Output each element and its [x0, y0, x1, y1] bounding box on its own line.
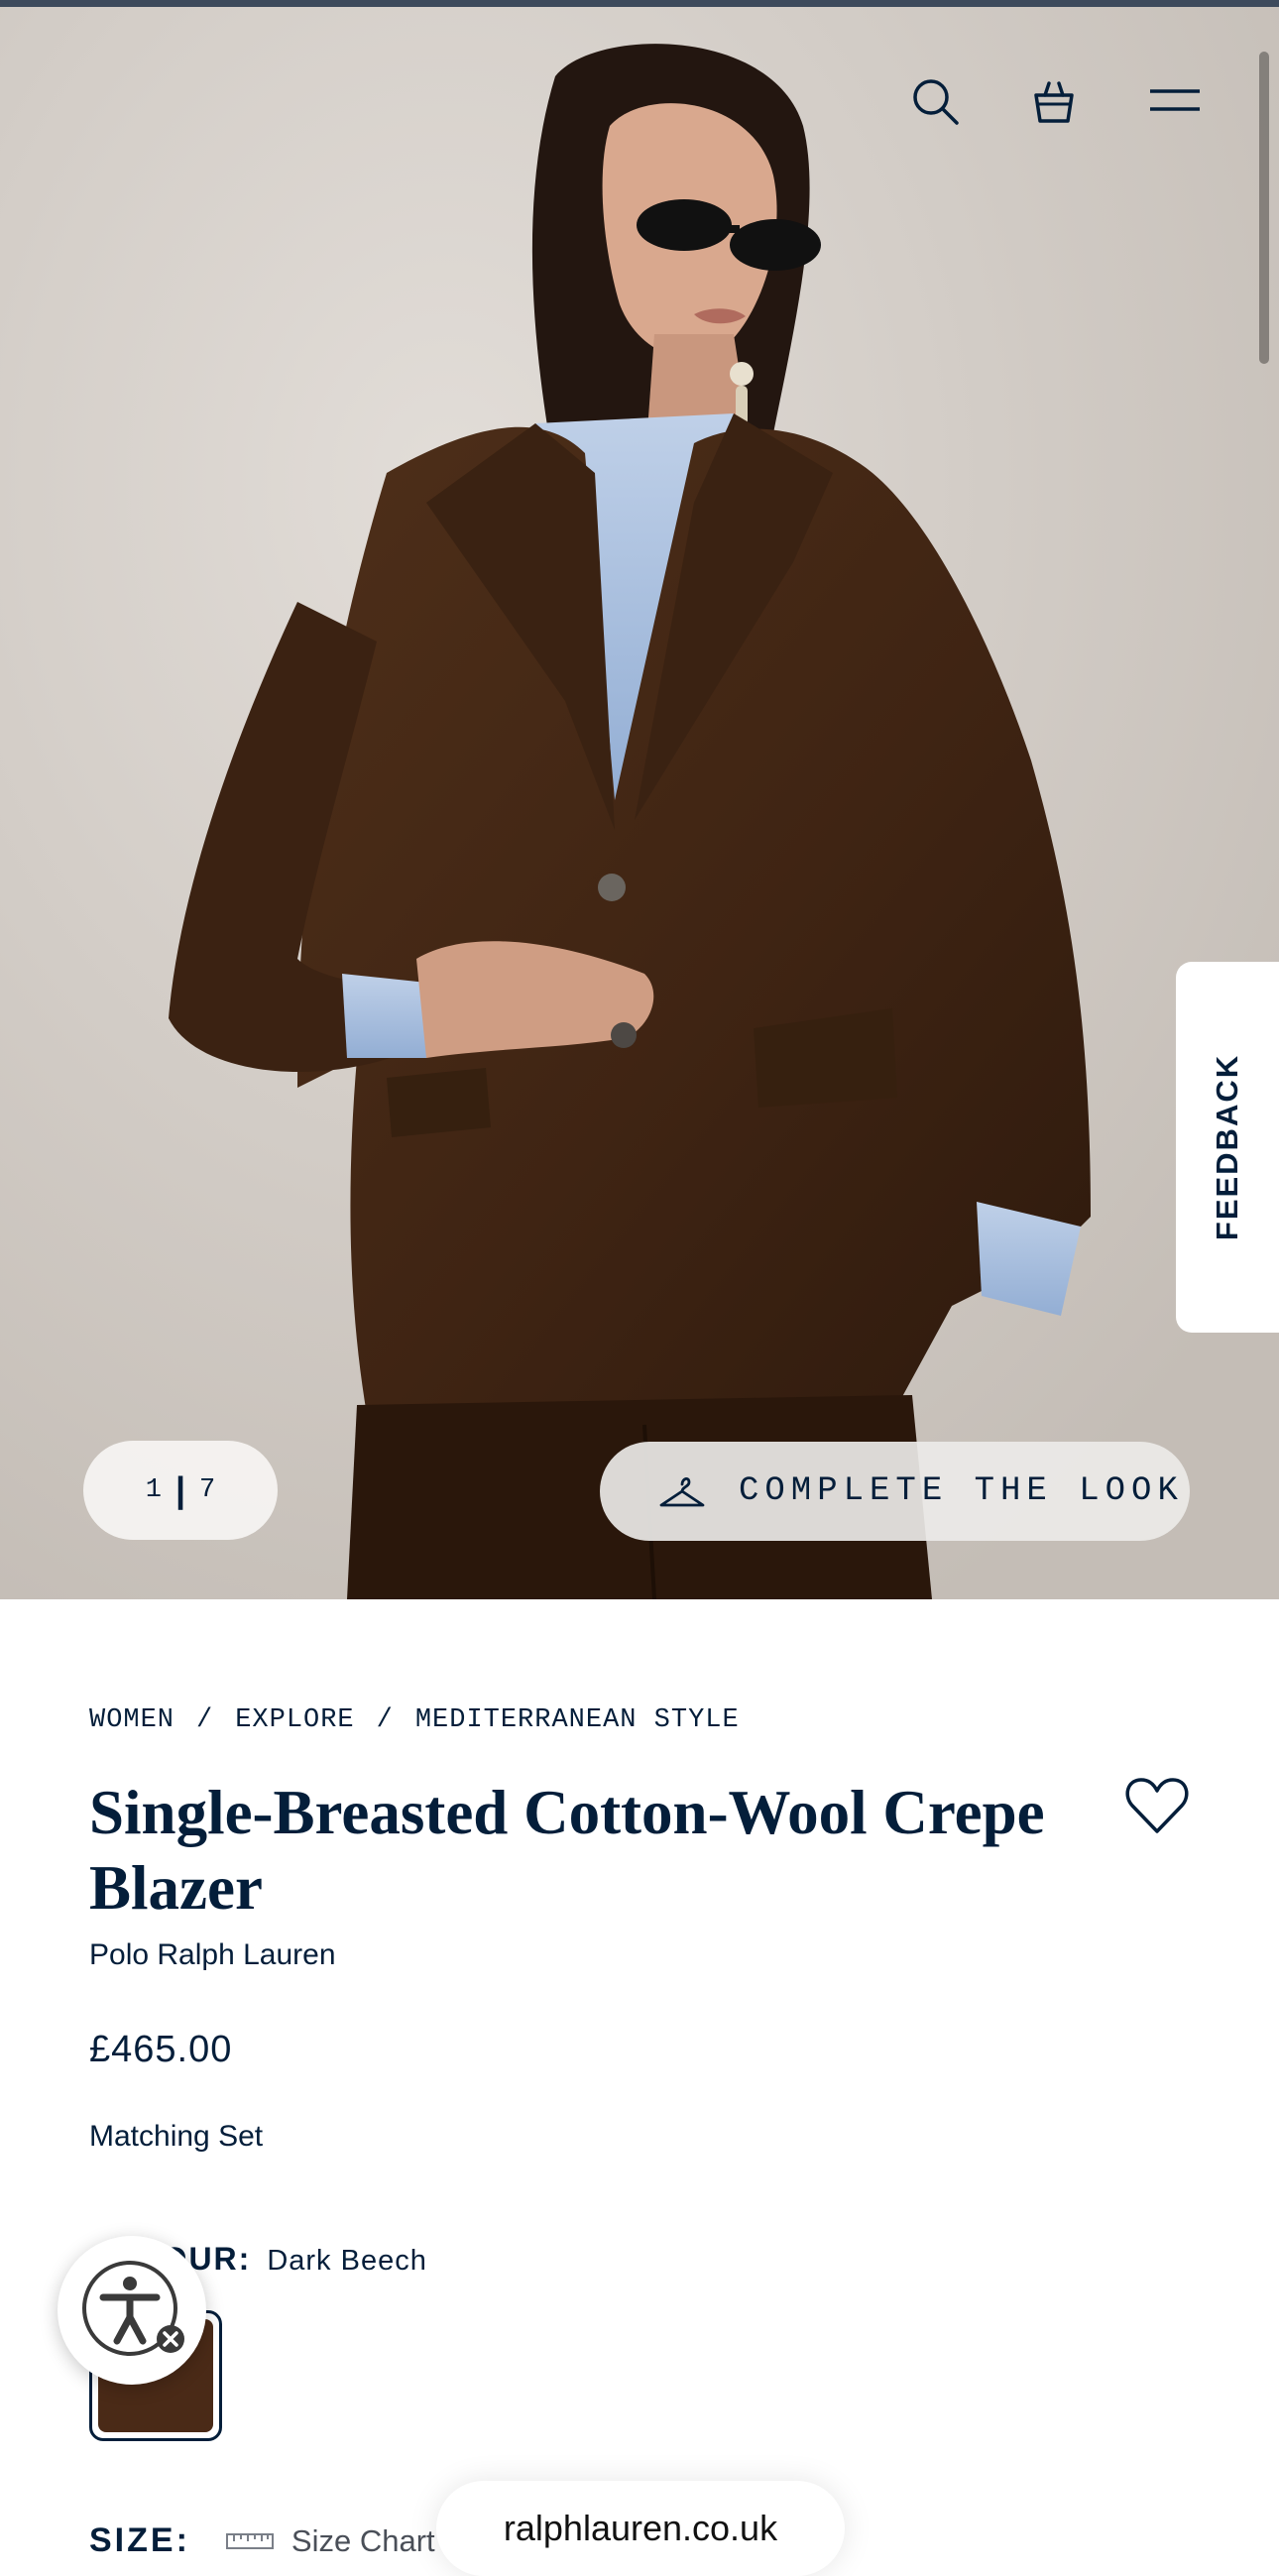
pager-current: 1: [145, 1475, 162, 1505]
image-pager: 1 | 7: [83, 1441, 278, 1540]
breadcrumb-mediterranean-style[interactable]: MEDITERRANEAN STYLE: [415, 1705, 740, 1735]
product-brand: Polo Ralph Lauren: [89, 1938, 336, 1971]
browser-url-pill[interactable]: ralphlauren.co.uk: [436, 2481, 845, 2576]
breadcrumb-separator: /: [376, 1705, 394, 1735]
breadcrumb-explore[interactable]: EXPLORE: [235, 1705, 354, 1735]
complete-the-look-label: COMPLETE THE LOOK: [739, 1472, 1184, 1510]
search-icon[interactable]: [900, 66, 970, 136]
accessibility-widget-button[interactable]: [58, 2236, 206, 2385]
size-chart-link[interactable]: Size Chart: [225, 2522, 435, 2559]
size-row: SIZE: Size Chart: [89, 2521, 435, 2560]
wishlist-heart-icon[interactable]: [1123, 1772, 1191, 1839]
page-scrollbar[interactable]: [1259, 52, 1269, 364]
complete-the-look-button[interactable]: COMPLETE THE LOOK: [600, 1442, 1190, 1541]
breadcrumb-women[interactable]: WOMEN: [89, 1705, 174, 1735]
accessibility-icon: [82, 2261, 184, 2356]
browser-domain: ralphlauren.co.uk: [503, 2508, 778, 2548]
breadcrumb-separator: /: [196, 1705, 214, 1735]
hanger-icon: [659, 1477, 705, 1507]
size-chart-label: Size Chart: [291, 2522, 435, 2558]
colour-value: Dark Beech: [267, 2245, 427, 2277]
ruler-icon: [225, 2532, 274, 2549]
matching-set-link[interactable]: Matching Set: [89, 2120, 263, 2154]
product-price: £465.00: [89, 2029, 233, 2070]
product-image-gallery[interactable]: FEEDBACK 1 | 7 COMPLETE THE LOOK: [0, 7, 1279, 1599]
product-photo: [0, 7, 1279, 1599]
pager-separator: |: [174, 1469, 186, 1510]
shopping-bag-icon[interactable]: [1019, 66, 1089, 136]
product-title: Single-Breasted Cotton-Wool Crepe Blazer: [89, 1778, 1045, 1923]
pager-total: 7: [199, 1475, 216, 1505]
breadcrumb: WOMEN / EXPLORE / MEDITERRANEAN STYLE: [89, 1705, 740, 1735]
feedback-tab[interactable]: FEEDBACK: [1176, 962, 1279, 1333]
size-label: SIZE:: [89, 2521, 190, 2559]
feedback-label: FEEDBACK: [1210, 1053, 1245, 1241]
hamburger-menu-icon[interactable]: [1140, 66, 1210, 136]
top-status-strip: [0, 0, 1279, 7]
